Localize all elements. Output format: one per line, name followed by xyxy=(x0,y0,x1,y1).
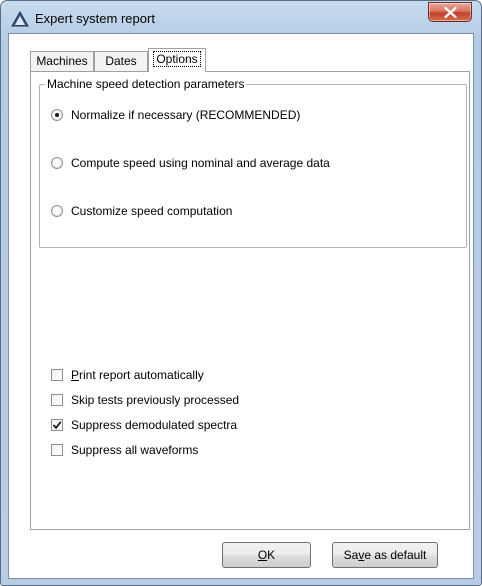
checkbox-box-checked[interactable] xyxy=(51,419,63,431)
tab-machines[interactable]: Machines xyxy=(30,51,94,71)
radio-customize-label: Customize speed computation xyxy=(71,204,233,218)
radio-button[interactable] xyxy=(51,157,63,169)
tab-options-label: Options xyxy=(153,51,201,67)
app-logo-icon xyxy=(11,10,29,27)
print-report-label: Print report automatically xyxy=(71,368,204,382)
radio-normalize-label: Normalize if necessary (RECOMMENDED) xyxy=(71,108,301,122)
save-as-default-button[interactable]: Save as default xyxy=(332,542,438,568)
ok-mnemonic: O xyxy=(257,548,268,562)
title-bar[interactable]: Expert system report xyxy=(1,1,481,33)
dialog-window: Expert system report Machines Dates Opti… xyxy=(0,0,482,586)
checkbox-box[interactable] xyxy=(51,444,63,456)
radio-button-selected[interactable] xyxy=(51,109,63,121)
suppress-waveforms-label: Suppress all waveforms xyxy=(71,443,199,457)
radio-button[interactable] xyxy=(51,205,63,217)
speed-detection-group: Machine speed detection parameters Norma… xyxy=(39,77,467,248)
checkbox-box[interactable] xyxy=(51,369,63,381)
ok-label: K xyxy=(267,548,276,562)
tab-options[interactable]: Options xyxy=(148,48,206,72)
radio-compute-label: Compute speed using nominal and average … xyxy=(71,156,330,170)
tab-dates-label: Dates xyxy=(105,54,137,68)
close-x-icon xyxy=(444,7,457,18)
speed-group-title: Machine speed detection parameters xyxy=(45,77,247,91)
dialog-client-area: Machines Dates Options Machine speed det… xyxy=(8,33,474,579)
options-tab-panel: Machine speed detection parameters Norma… xyxy=(30,71,470,530)
skip-tests-label: Skip tests previously processed xyxy=(71,393,240,407)
checkmark-icon xyxy=(52,421,62,430)
save-label-rest: e as default xyxy=(364,548,427,562)
checkbox-box[interactable] xyxy=(51,394,63,406)
close-button[interactable] xyxy=(428,2,472,22)
tab-dates[interactable]: Dates xyxy=(94,51,148,71)
window-title: Expert system report xyxy=(35,11,155,26)
tab-machines-label: Machines xyxy=(36,54,88,68)
ok-button[interactable]: OK xyxy=(222,542,311,568)
save-label-pre: Sa xyxy=(343,548,359,562)
suppress-demodulated-label: Suppress demodulated spectra xyxy=(71,418,238,432)
